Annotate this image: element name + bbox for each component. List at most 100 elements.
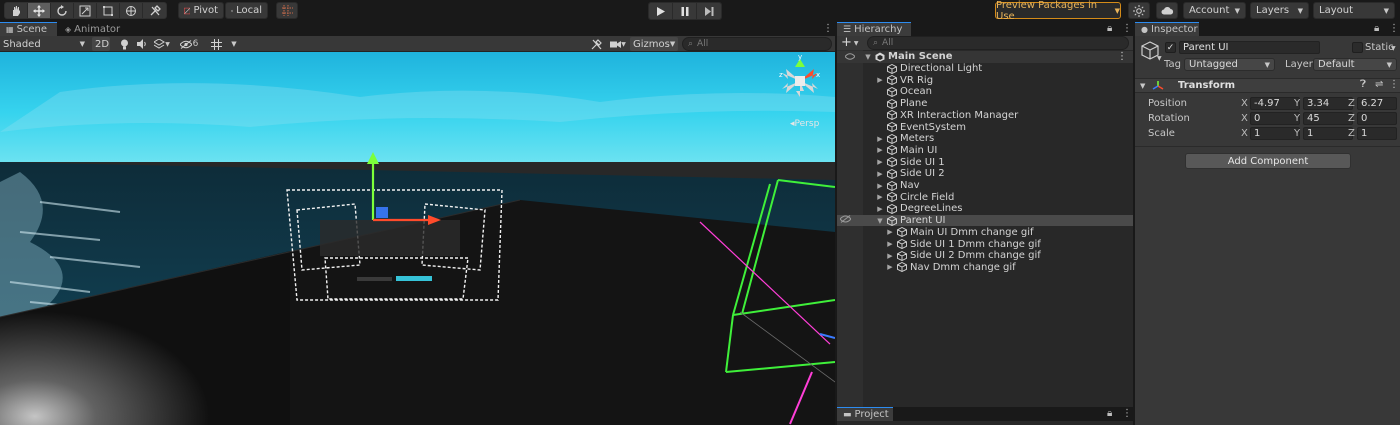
- hierarchy-row[interactable]: ▶ Circle Field: [837, 191, 1133, 203]
- inspector-menu-icon[interactable]: ⋮: [1389, 23, 1399, 34]
- rotation-y-field[interactable]: 45: [1303, 112, 1353, 125]
- hidden-eye-icon[interactable]: [839, 215, 852, 226]
- hierarchy-row[interactable]: ▶ Nav: [837, 180, 1133, 192]
- expand-arrow-icon[interactable]: ▶: [885, 228, 895, 236]
- expand-arrow-icon[interactable]: ▶: [875, 146, 885, 154]
- tab-inspector[interactable]: ● Inspector: [1135, 22, 1199, 36]
- tab-scene[interactable]: ▦ Scene: [0, 22, 57, 36]
- transform-tool-icon[interactable]: [120, 3, 143, 18]
- hierarchy-row[interactable]: ▶ DegreeLines: [837, 203, 1133, 215]
- scene-viewport[interactable]: y z x ◂Persp: [0, 52, 835, 425]
- pivot-toggle[interactable]: Pivot: [178, 2, 224, 19]
- tab-project[interactable]: ▬ Project: [837, 407, 893, 421]
- hand-tool-icon[interactable]: [5, 3, 28, 18]
- hierarchy-row[interactable]: ▼ Parent UI: [837, 214, 1133, 227]
- tag-dropdown[interactable]: Untagged ▼: [1184, 58, 1275, 71]
- layers-dropdown[interactable]: Layers ▼: [1250, 2, 1309, 19]
- visibility-icon[interactable]: [837, 53, 863, 61]
- scale-z-field[interactable]: 1: [1357, 127, 1397, 140]
- static-checkbox[interactable]: [1352, 42, 1363, 53]
- lock-icon[interactable]: 🔒︎: [1374, 23, 1379, 34]
- draw-mode-dropdown[interactable]: Shaded ▼: [0, 37, 88, 51]
- expand-arrow-icon[interactable]: ▼: [863, 53, 873, 61]
- rotate-tool-icon[interactable]: [51, 3, 74, 18]
- expand-arrow-icon[interactable]: ▶: [875, 158, 885, 166]
- presets-icon[interactable]: ⇌: [1375, 79, 1383, 90]
- move-tool-icon[interactable]: [28, 3, 51, 18]
- pause-button[interactable]: [673, 3, 697, 19]
- position-x-field[interactable]: -4.97: [1250, 97, 1300, 110]
- account-dropdown[interactable]: Account ▼: [1183, 2, 1246, 19]
- expand-arrow-icon[interactable]: ▼: [875, 217, 885, 225]
- position-z-field[interactable]: 6.27: [1357, 97, 1397, 110]
- expand-arrow-icon[interactable]: ▶: [885, 240, 895, 248]
- layout-dropdown[interactable]: Layout ▼: [1313, 2, 1395, 19]
- grid-snap-button[interactable]: [276, 2, 298, 19]
- help-icon[interactable]: ❓︎: [1360, 79, 1366, 90]
- play-button[interactable]: [649, 3, 673, 19]
- hierarchy-row[interactable]: ▶ Side UI 1 Dmm change gif: [837, 238, 1133, 250]
- hierarchy-row[interactable]: EventSystem: [837, 121, 1133, 133]
- camera-dropdown[interactable]: ▼: [607, 37, 629, 51]
- hierarchy-row[interactable]: ▶ Main UI Dmm change gif: [837, 227, 1133, 239]
- scene-root-row[interactable]: ▼ Main Scene ⋮: [837, 51, 1133, 63]
- tools-toggle[interactable]: [588, 37, 604, 51]
- hierarchy-row[interactable]: XR Interaction Manager: [837, 110, 1133, 122]
- hierarchy-row[interactable]: ▶ Side UI 2: [837, 168, 1133, 180]
- expand-arrow-icon[interactable]: ▶: [875, 193, 885, 201]
- hierarchy-row[interactable]: ▶ Main UI: [837, 145, 1133, 157]
- scene-options-dropdown[interactable]: ▼: [226, 37, 242, 51]
- project-menu-icon[interactable]: ⋮: [1122, 408, 1132, 419]
- services-button[interactable]: [1128, 2, 1150, 19]
- tab-hierarchy[interactable]: ☰ Hierarchy: [837, 22, 911, 36]
- component-menu-icon[interactable]: ⋮: [1389, 79, 1399, 90]
- object-name-field[interactable]: Parent UI: [1179, 41, 1320, 54]
- rotation-z-field[interactable]: 0: [1357, 112, 1397, 125]
- layer-dropdown[interactable]: Default ▼: [1313, 58, 1397, 71]
- scene-menu-icon[interactable]: ⋮: [823, 23, 833, 34]
- scene-visibility-toggle[interactable]: 6: [174, 37, 204, 51]
- expand-arrow-icon[interactable]: ▶: [875, 76, 885, 84]
- hierarchy-search-input[interactable]: ⌕ All: [867, 36, 1129, 50]
- hierarchy-row[interactable]: ▶ Side UI 2 Dmm change gif: [837, 250, 1133, 262]
- expand-arrow-icon[interactable]: ▶: [875, 135, 885, 143]
- scale-x-field[interactable]: 1: [1250, 127, 1300, 140]
- expand-arrow-icon[interactable]: ▶: [875, 170, 885, 178]
- expand-arrow-icon[interactable]: ▼: [1140, 82, 1145, 90]
- lock-icon[interactable]: 🔒︎: [1107, 408, 1112, 419]
- expand-arrow-icon[interactable]: ▶: [875, 205, 885, 213]
- preview-packages-button[interactable]: Preview Packages in Use ▼: [995, 0, 1121, 22]
- chevron-down-icon[interactable]: ▼: [1391, 45, 1396, 52]
- scale-tool-icon[interactable]: [74, 3, 97, 18]
- chevron-down-icon[interactable]: ▼: [1157, 55, 1162, 62]
- 2d-toggle[interactable]: 2D: [92, 37, 110, 51]
- expand-arrow-icon[interactable]: ▶: [885, 252, 895, 260]
- active-checkbox[interactable]: ✓: [1165, 42, 1176, 53]
- cloud-button[interactable]: [1156, 2, 1178, 19]
- hierarchy-menu-icon[interactable]: ⋮: [1122, 23, 1132, 34]
- lighting-toggle[interactable]: [116, 37, 132, 51]
- scene-orientation-gizmo[interactable]: y z x: [772, 52, 828, 105]
- effects-dropdown[interactable]: ▼: [152, 37, 172, 51]
- scene-search-input[interactable]: ⌕ All: [682, 37, 832, 51]
- audio-toggle[interactable]: [134, 37, 150, 51]
- add-component-button[interactable]: Add Component: [1185, 153, 1351, 169]
- hierarchy-row[interactable]: ▶ Meters: [837, 133, 1133, 145]
- custom-tool-icon[interactable]: [143, 3, 166, 18]
- transform-header[interactable]: ▼ Transform ❓︎ ⇌ ⋮: [1135, 78, 1400, 93]
- gizmos-dropdown[interactable]: Gizmos ▼: [630, 37, 678, 51]
- scale-y-field[interactable]: 1: [1303, 127, 1353, 140]
- scene-menu-icon[interactable]: ⋮: [1117, 51, 1127, 62]
- hierarchy-row[interactable]: ▶ Side UI 1: [837, 156, 1133, 168]
- rect-tool-icon[interactable]: [97, 3, 120, 18]
- hierarchy-row[interactable]: Ocean: [837, 86, 1133, 98]
- hierarchy-row[interactable]: Plane: [837, 98, 1133, 110]
- step-button[interactable]: [697, 3, 721, 19]
- grid-toggle[interactable]: [208, 37, 224, 51]
- persp-label[interactable]: ◂Persp: [790, 119, 819, 129]
- expand-arrow-icon[interactable]: ▶: [885, 263, 895, 271]
- local-toggle[interactable]: Local: [225, 2, 268, 19]
- hierarchy-row[interactable]: ▶ Nav Dmm change gif: [837, 262, 1133, 274]
- expand-arrow-icon[interactable]: ▶: [875, 182, 885, 190]
- tab-animator[interactable]: ◈ Animator: [59, 22, 120, 36]
